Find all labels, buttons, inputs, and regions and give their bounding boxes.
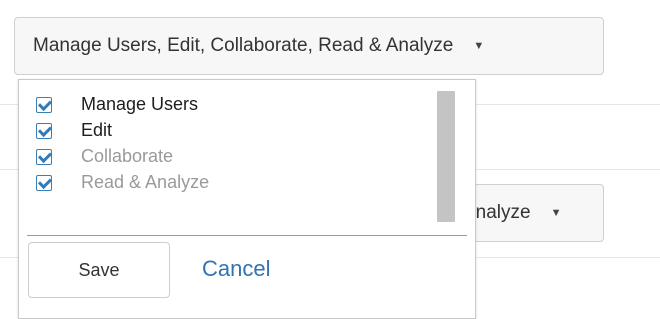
- caret-down-icon: ▼: [550, 207, 562, 219]
- permissions-select[interactable]: Manage Users, Edit, Collaborate, Read & …: [14, 17, 604, 75]
- caret-down-icon: ▼: [473, 40, 485, 52]
- checkbox-checked-icon[interactable]: [36, 174, 52, 191]
- option-label: Manage Users: [81, 94, 199, 114]
- save-button[interactable]: Save: [28, 242, 170, 298]
- option-label: Read & Analyze: [81, 172, 210, 192]
- options-list: Manage Users Edit Collaborate Read & Ana…: [19, 92, 445, 196]
- checkbox-checked-icon[interactable]: [36, 148, 52, 165]
- option-label: Collaborate: [81, 146, 174, 166]
- option-label: Edit: [81, 120, 113, 140]
- cancel-link[interactable]: Cancel: [202, 256, 270, 282]
- checkbox-checked-icon[interactable]: [36, 96, 52, 113]
- option-collaborate[interactable]: Collaborate: [19, 144, 445, 169]
- scrollbar-thumb[interactable]: [437, 91, 455, 222]
- permissions-select-value: Manage Users, Edit, Collaborate, Read & …: [33, 35, 454, 56]
- dropdown-scrollbar[interactable]: [437, 91, 457, 222]
- permissions-dropdown: Manage Users Edit Collaborate Read & Ana…: [18, 79, 476, 319]
- checkbox-checked-icon[interactable]: [36, 122, 52, 139]
- dropdown-separator: [27, 235, 467, 236]
- option-edit[interactable]: Edit: [19, 118, 445, 143]
- option-manage-users[interactable]: Manage Users: [19, 92, 445, 117]
- option-read-analyze[interactable]: Read & Analyze: [19, 170, 445, 195]
